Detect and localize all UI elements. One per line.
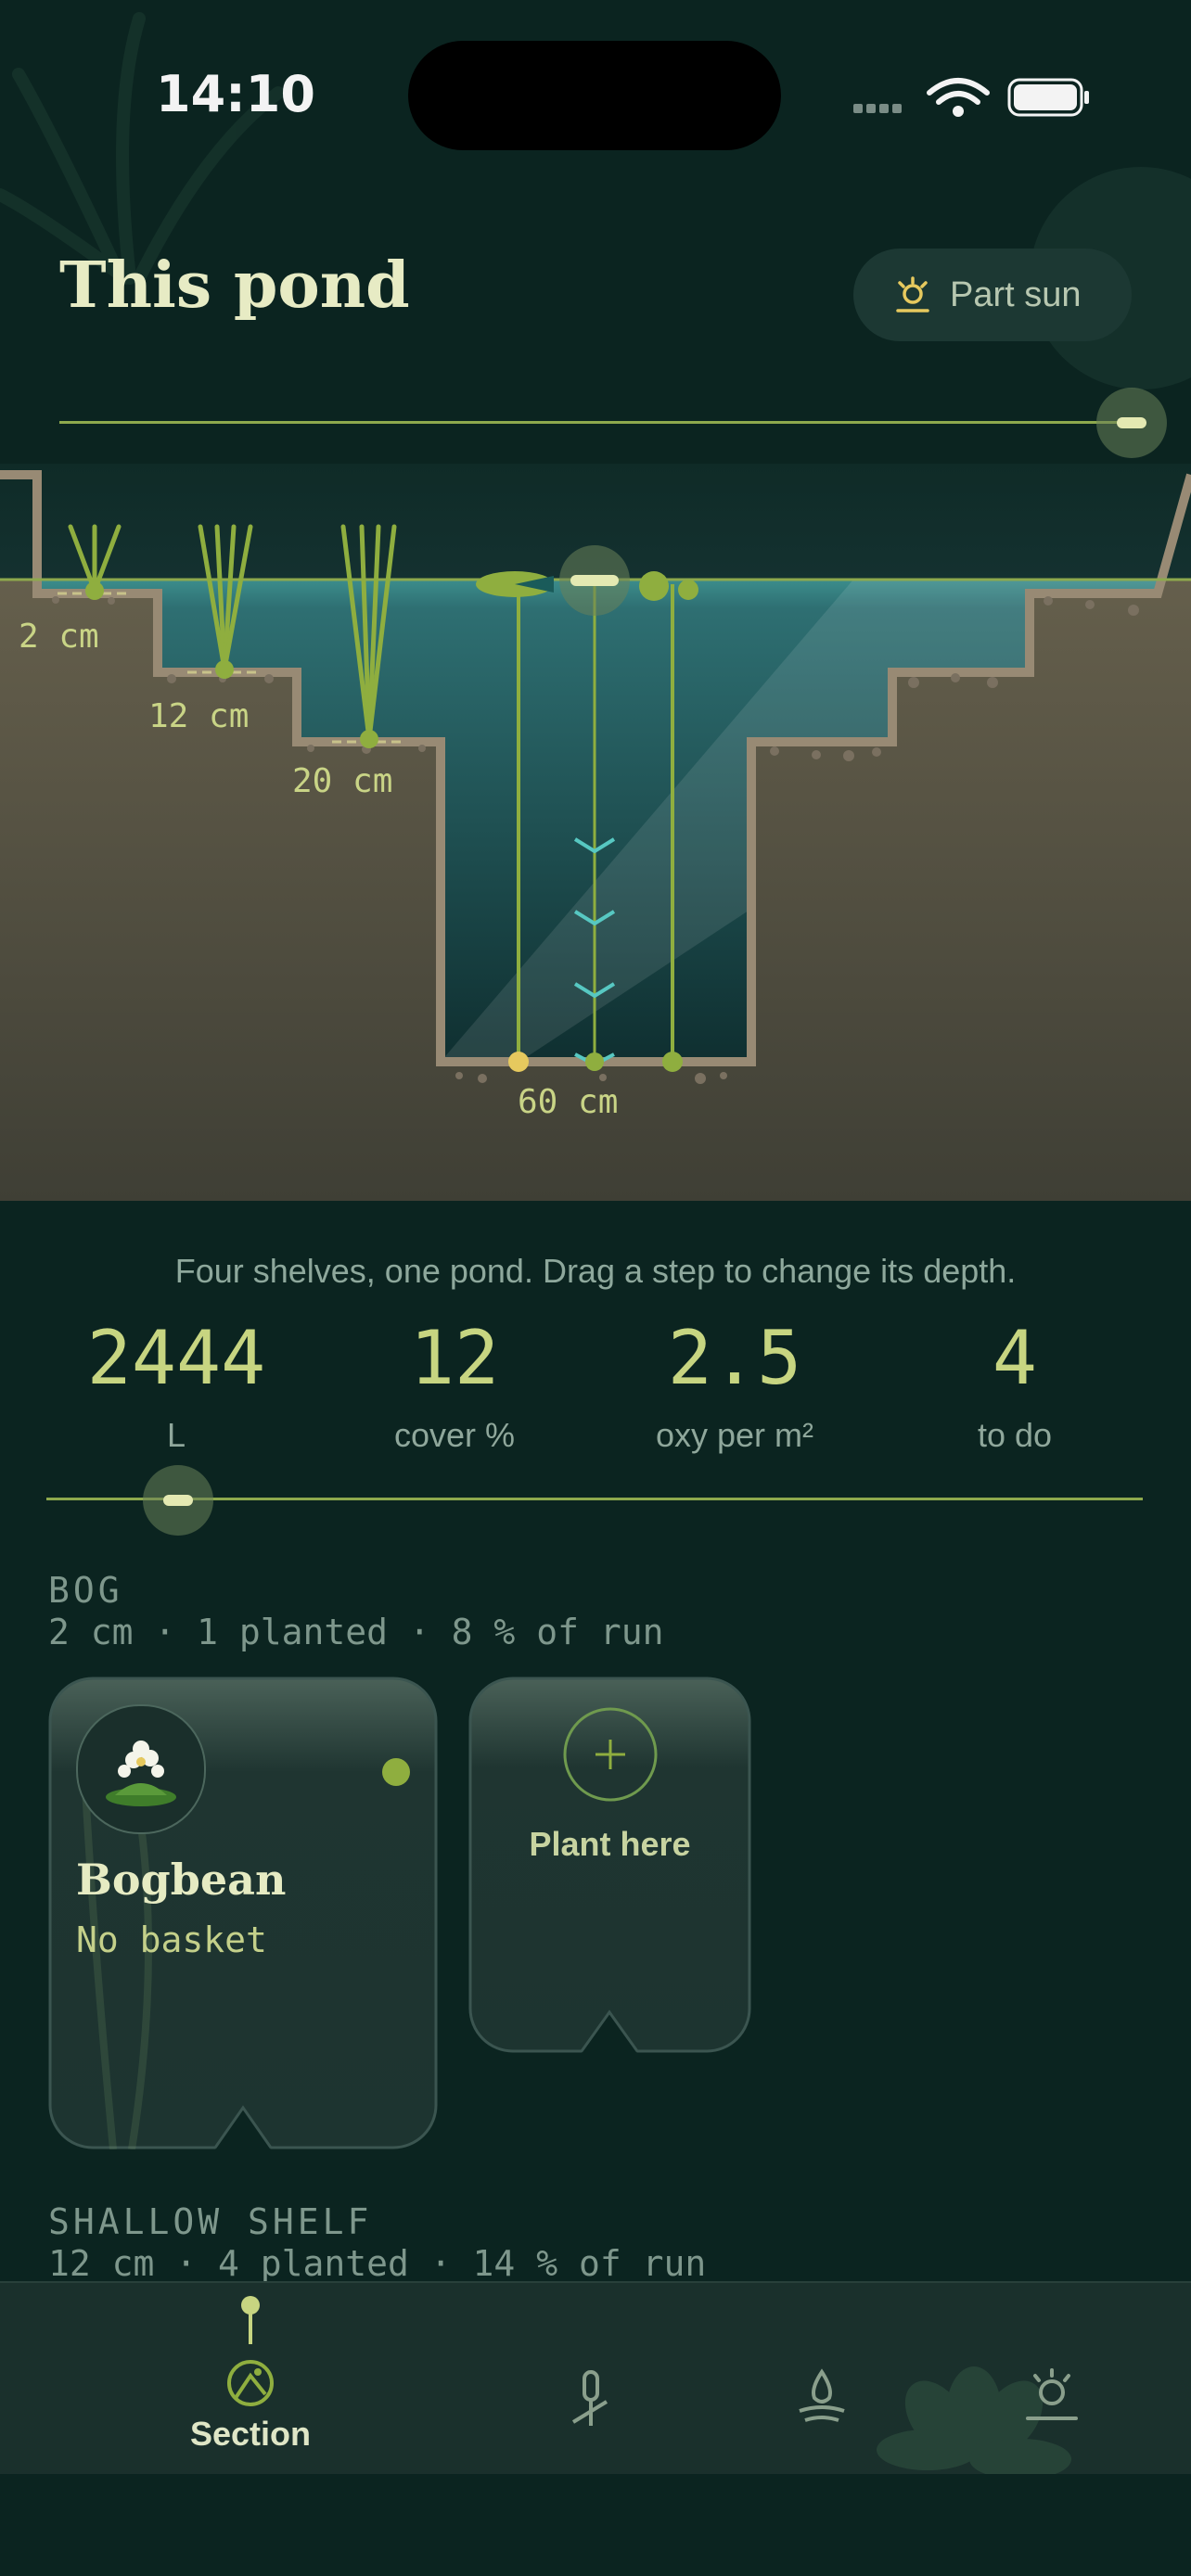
sun-exposure-button[interactable]: Part sun [853, 249, 1132, 341]
sun-exposure-label: Part sun [950, 274, 1082, 314]
dynamic-island [408, 41, 781, 150]
sun-icon [896, 276, 929, 312]
stat-value: 12 [409, 1315, 500, 1401]
bogbean-flower-icon [106, 1741, 176, 1806]
reed-icon[interactable] [568, 2365, 614, 2429]
tab-label: Section [189, 2415, 312, 2453]
stat-label: oxy per m² [655, 1416, 814, 1454]
sun-icon[interactable] [1024, 2365, 1080, 2424]
add-plant-icon[interactable] [562, 1706, 659, 1803]
section-subtitle: 2 cm · 1 planted · 8 % of run [48, 1612, 664, 1652]
planted-status-dot [382, 1758, 410, 1786]
section-icon [227, 2360, 274, 2406]
active-tab-indicator [241, 2296, 260, 2344]
stat-todo[interactable]: 4 to do [876, 1321, 1154, 1455]
stat-volume: 2444 L [37, 1321, 315, 1455]
stat-label: L [166, 1416, 186, 1454]
shelf-depth-label: 20 cm [292, 762, 393, 800]
stat-cover: 12 cover % [315, 1321, 594, 1455]
run-length-slider-thumb[interactable] [1096, 388, 1167, 458]
plant-name: Bogbean [76, 1855, 287, 1905]
plant-thumbnail [76, 1704, 206, 1834]
stat-value: 4 [992, 1315, 1038, 1401]
stat-oxygenators: 2.5 oxy per m² [596, 1321, 874, 1455]
profile-caption: Four shelves, one pond. Drag a step to c… [174, 1252, 1017, 1290]
section-scrubber-thumb[interactable] [143, 1465, 213, 1536]
stat-label: cover % [393, 1416, 516, 1454]
tab-section[interactable]: Section [167, 2292, 334, 2459]
page-title: This pond [59, 249, 410, 323]
tab-bar: Section [0, 2281, 1191, 2480]
plant-here-label: Plant here [529, 1825, 691, 1863]
plant-card[interactable]: Bogbean No basket [48, 1677, 438, 2149]
wifi-icon [927, 78, 990, 105]
status-icons [853, 78, 1089, 117]
cellular-icon [853, 104, 902, 113]
stat-value: 2444 [86, 1315, 266, 1401]
home-indicator-area [0, 2474, 1191, 2576]
plant-here-card[interactable]: Plant here [468, 1677, 751, 2053]
shelf-depth-label: 2 cm [19, 618, 99, 656]
stat-value: 2.5 [667, 1315, 802, 1401]
section-subtitle: 12 cm · 4 planted · 14 % of run [48, 2243, 707, 2284]
shelf-depth-label: 60 cm [518, 1083, 619, 1121]
run-length-slider-track[interactable] [59, 421, 1135, 424]
stat-label: to do [977, 1416, 1053, 1454]
status-time: 14:10 [156, 65, 315, 123]
section-title: SHALLOW SHELF [48, 2201, 373, 2242]
water-drop-icon[interactable] [796, 2366, 848, 2426]
section-title: BOG [48, 1570, 123, 1611]
shelf-depth-label: 12 cm [148, 697, 250, 735]
plant-basket: No basket [76, 1919, 267, 1960]
